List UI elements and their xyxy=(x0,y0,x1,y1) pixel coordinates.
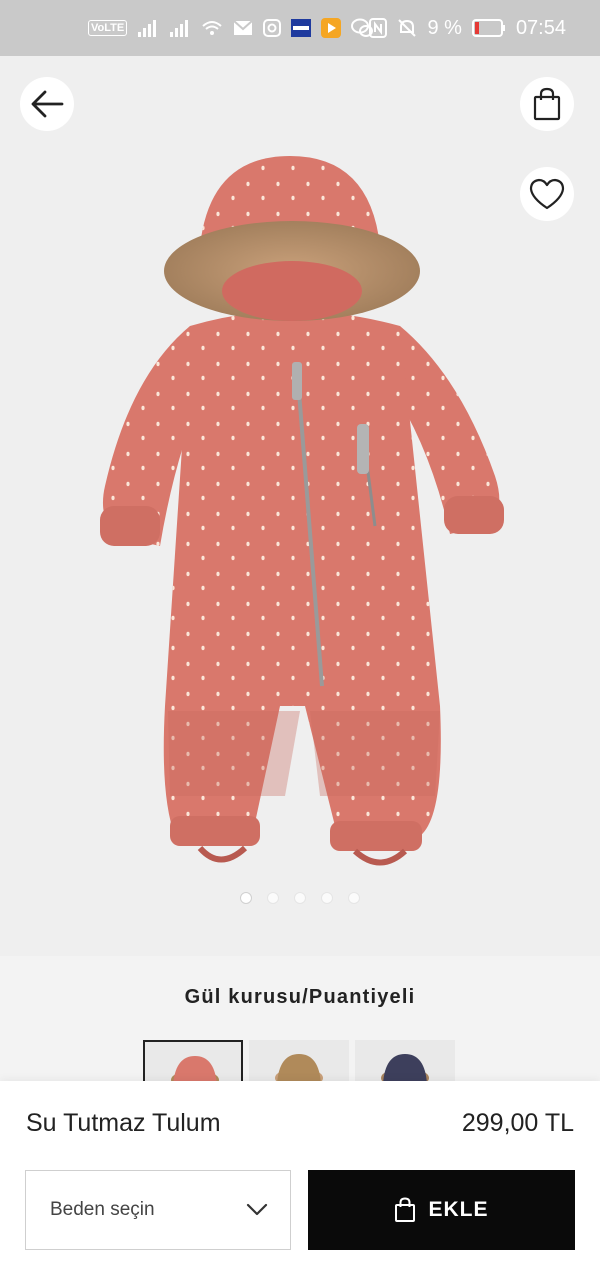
color-swatches xyxy=(143,1040,455,1084)
carousel-dot[interactable] xyxy=(294,892,306,904)
mute-bell-icon xyxy=(397,18,417,38)
play-app-icon xyxy=(321,18,342,38)
signal-icon xyxy=(137,18,159,38)
carousel-dot[interactable] xyxy=(267,892,279,904)
back-button[interactable] xyxy=(20,77,74,131)
carousel-dot[interactable] xyxy=(321,892,333,904)
status-left-icons: VoLTE xyxy=(88,0,374,56)
size-select-label: Beden seçin xyxy=(50,1199,155,1220)
product-price: 299,00 TL xyxy=(461,1109,574,1137)
instagram-icon xyxy=(263,19,282,37)
color-name: Gül kurusu/Puantiyeli xyxy=(184,986,416,1008)
shopping-bag-icon xyxy=(533,87,561,121)
volte-icon: VoLTE xyxy=(88,20,128,36)
carousel-dot[interactable] xyxy=(348,892,360,904)
favorite-button[interactable] xyxy=(520,167,574,221)
nfc-icon xyxy=(369,18,388,38)
product-name: Su Tutmaz Tulum xyxy=(26,1109,221,1137)
clock: 07:54 xyxy=(515,16,566,39)
mail-icon xyxy=(233,20,253,36)
arrow-left-icon xyxy=(31,90,64,118)
heart-icon xyxy=(529,178,565,210)
status-bar: VoLTE 9 % 07:54 xyxy=(0,0,600,56)
carousel-dot[interactable] xyxy=(240,892,252,904)
status-right-icons: 9 % 07:54 xyxy=(369,0,566,56)
carousel-dots xyxy=(0,892,600,904)
swatch-rose[interactable] xyxy=(143,1040,243,1084)
chevron-down-icon xyxy=(246,1203,268,1216)
swatch-navy[interactable] xyxy=(355,1040,455,1084)
add-to-bag-button[interactable]: EKLE xyxy=(308,1170,575,1250)
battery-percent: 9 % xyxy=(427,16,462,39)
add-button-label: EKLE xyxy=(428,1198,489,1221)
shopping-bag-icon xyxy=(395,1197,416,1222)
battery-icon xyxy=(471,19,506,37)
signal-2-icon xyxy=(169,18,191,38)
product-image xyxy=(100,156,504,866)
purchase-panel: Su Tutmaz Tulum 299,00 TL Beden seçin EK… xyxy=(0,1081,600,1282)
wifi-icon xyxy=(201,18,223,38)
product-image-carousel[interactable] xyxy=(0,56,600,956)
app-notification-icon xyxy=(291,19,312,37)
bag-button[interactable] xyxy=(520,77,574,131)
swatch-leopard[interactable] xyxy=(249,1040,349,1084)
size-select[interactable]: Beden seçin xyxy=(25,1170,291,1250)
